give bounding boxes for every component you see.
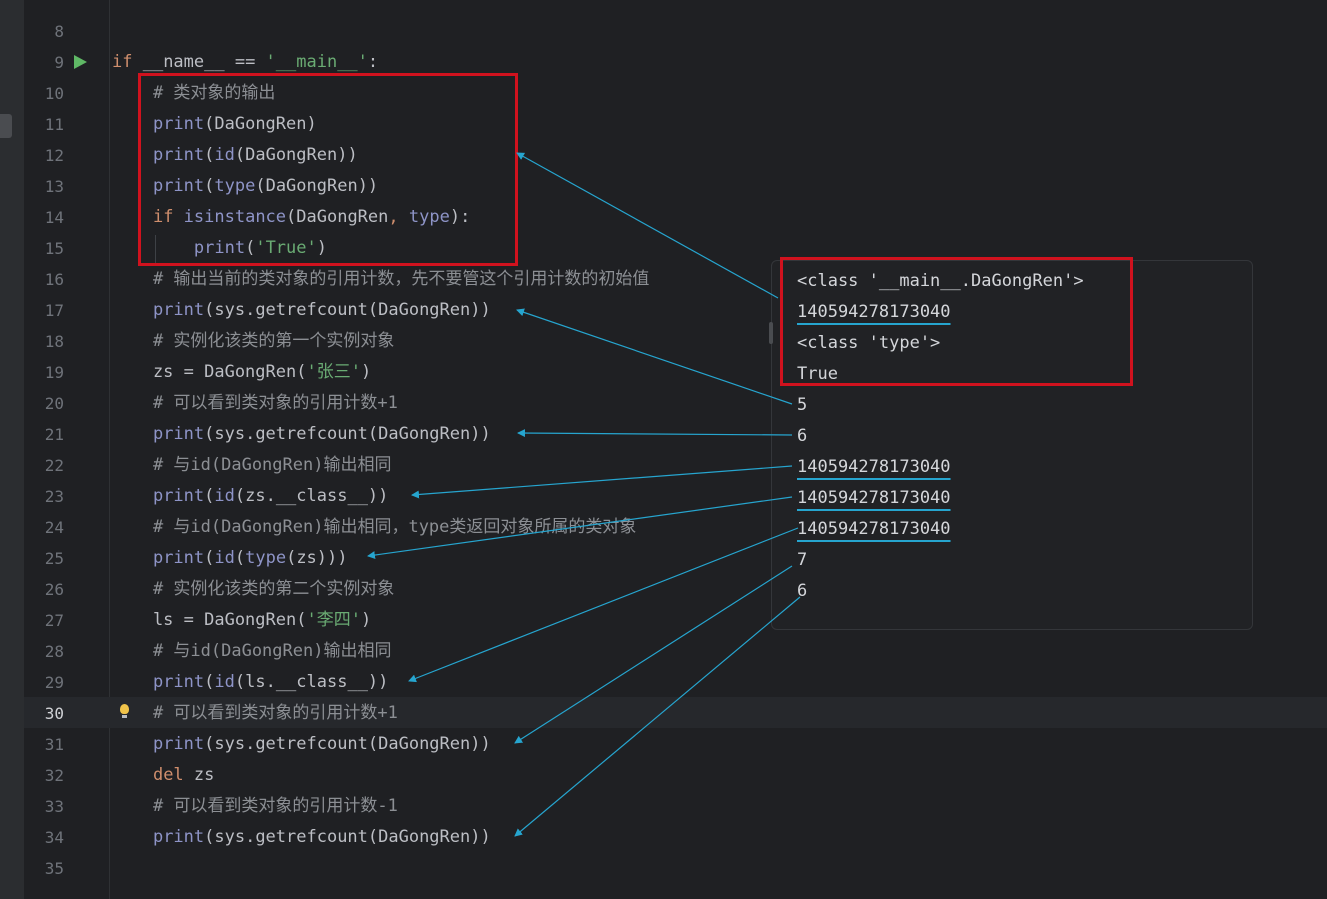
arrow-ls-class-id <box>408 527 799 683</box>
arrow-id-output <box>516 152 779 299</box>
arrow-refcount-5 <box>516 308 793 405</box>
arrow-refcount-6b <box>514 596 801 837</box>
arrow-refcount-7 <box>514 565 793 744</box>
annotation-arrows <box>367 152 801 837</box>
arrow-type-zs-id <box>367 496 793 559</box>
arrow-refcount-6 <box>517 429 793 438</box>
arrow-zs-class-id <box>411 465 793 499</box>
